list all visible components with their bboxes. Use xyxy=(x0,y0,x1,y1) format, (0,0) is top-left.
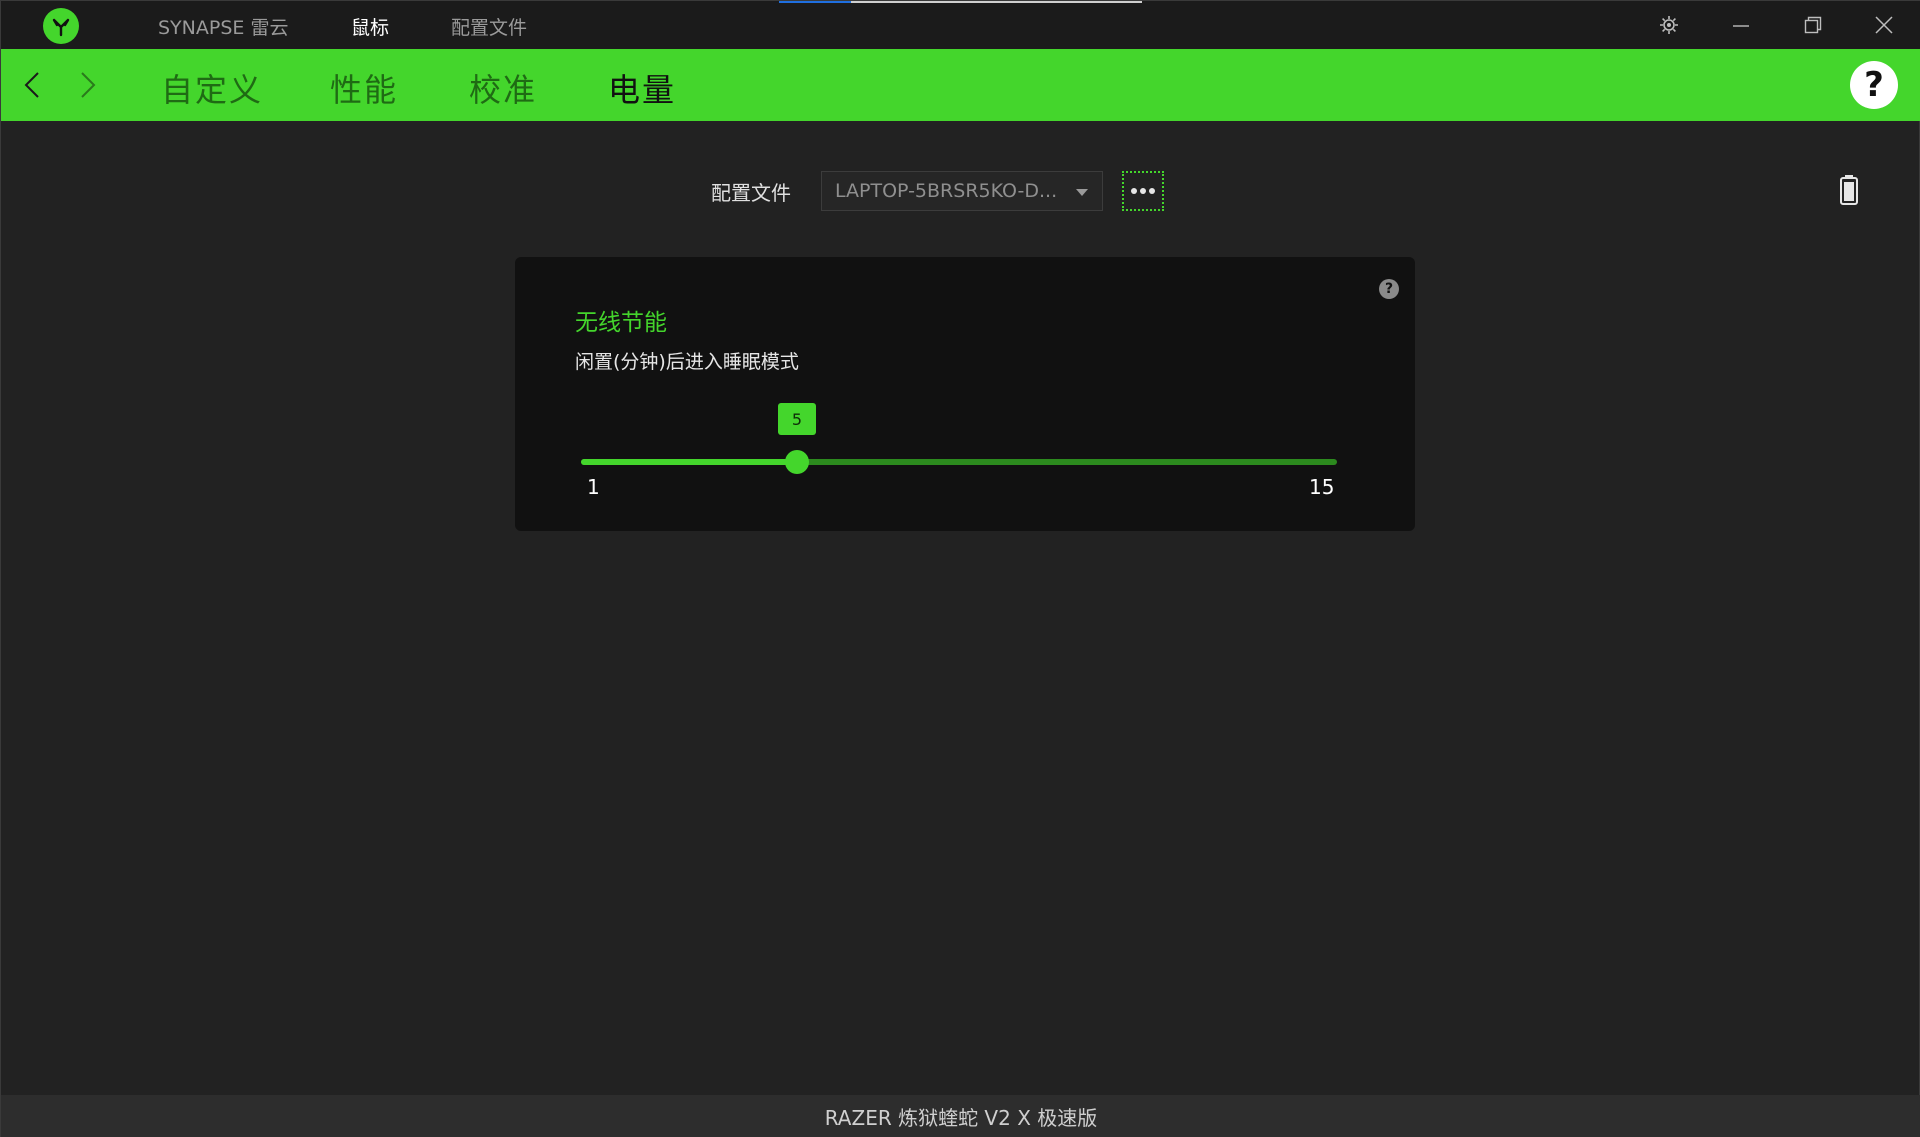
tab-customize[interactable]: 自定义 xyxy=(161,65,263,111)
restore-button[interactable] xyxy=(1798,11,1828,39)
wireless-power-saving-card: ? 无线节能 闲置(分钟)后进入睡眠模式 5 1 15 xyxy=(515,257,1415,531)
gear-icon xyxy=(1660,16,1678,34)
slider-fill xyxy=(581,459,797,465)
help-button[interactable]: ? xyxy=(1850,61,1898,109)
razer-logo-icon[interactable] xyxy=(43,8,79,44)
chevron-down-icon xyxy=(1076,189,1088,196)
sleep-timer-slider-track[interactable] xyxy=(581,459,1337,465)
more-dots-icon xyxy=(1131,188,1137,194)
profile-dropdown[interactable]: LAPTOP-5BRSR5KO-D... xyxy=(821,171,1103,211)
question-icon: ? xyxy=(1864,65,1884,105)
close-icon xyxy=(1875,16,1893,34)
minimize-icon xyxy=(1733,25,1749,27)
loading-indicator xyxy=(779,1,851,3)
minimize-button[interactable] xyxy=(1726,11,1756,39)
profile-more-button[interactable] xyxy=(1122,171,1164,211)
device-nav-bar: 自定义 性能 校准 电量 ? xyxy=(1,49,1920,121)
slider-value: 5 xyxy=(791,409,803,429)
card-subtitle: 闲置(分钟)后进入睡眠模式 xyxy=(575,351,799,373)
tab-calibration[interactable]: 校准 xyxy=(469,65,537,111)
loading-indicator-track xyxy=(851,1,1142,3)
profile-label: 配置文件 xyxy=(711,181,791,205)
question-icon: ? xyxy=(1384,281,1394,297)
battery-icon[interactable] xyxy=(1840,175,1858,205)
card-help-button[interactable]: ? xyxy=(1379,279,1399,299)
slider-value-tooltip: 5 xyxy=(778,403,816,435)
device-footer: RAZER 炼狱蝰蛇 V2 X 极速版 xyxy=(1,1095,1920,1137)
close-button[interactable] xyxy=(1869,11,1899,39)
synapse-window: SYNAPSE 雷云 鼠标 配置文件 自定义 性能 校准 电量 ? 配置文件 L… xyxy=(0,0,1920,1137)
app-title: SYNAPSE 雷云 xyxy=(158,17,289,39)
tab-performance[interactable]: 性能 xyxy=(330,65,398,111)
forward-button[interactable] xyxy=(73,67,103,103)
settings-button[interactable] xyxy=(1654,11,1684,39)
tab-mouse[interactable]: 鼠标 xyxy=(351,13,389,40)
chevron-left-icon xyxy=(24,72,39,98)
chevron-right-icon xyxy=(81,72,96,98)
back-button[interactable] xyxy=(17,67,47,103)
slider-max-label: 15 xyxy=(1309,475,1335,499)
slider-handle[interactable] xyxy=(785,450,809,474)
title-bar: SYNAPSE 雷云 鼠标 配置文件 xyxy=(1,1,1920,49)
device-name: RAZER 炼狱蝰蛇 V2 X 极速版 xyxy=(824,1106,1098,1130)
restore-icon xyxy=(1804,16,1822,34)
card-title: 无线节能 xyxy=(575,310,667,336)
slider-min-label: 1 xyxy=(587,475,600,499)
tab-profiles[interactable]: 配置文件 xyxy=(451,13,527,40)
profile-selected-value: LAPTOP-5BRSR5KO-D... xyxy=(835,180,1058,202)
tab-power[interactable]: 电量 xyxy=(608,65,676,111)
